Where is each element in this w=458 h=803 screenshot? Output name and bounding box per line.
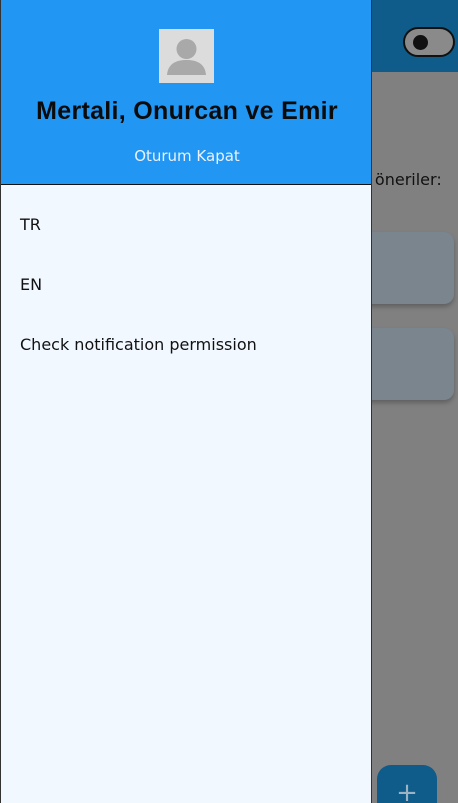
suggestions-label: e öneriler:: [360, 170, 442, 189]
plus-icon: +: [396, 778, 418, 803]
theme-toggle-switch[interactable]: [403, 27, 455, 57]
language-tr-item[interactable]: TR: [20, 215, 41, 234]
logout-button[interactable]: Oturum Kapat: [1, 147, 373, 165]
user-name: Mertali, Onurcan ve Emir: [36, 97, 338, 125]
check-notification-permission-item[interactable]: Check notification permission: [20, 335, 257, 354]
screen: › e öneriler: + Mertali, Onurcan ve Emir…: [0, 0, 458, 803]
avatar-icon: [159, 29, 214, 83]
add-button[interactable]: +: [377, 765, 437, 803]
drawer-header: Mertali, Onurcan ve Emir Oturum Kapat: [1, 0, 371, 185]
toggle-knob: [413, 35, 428, 50]
navigation-drawer: Mertali, Onurcan ve Emir Oturum Kapat TR…: [0, 0, 372, 803]
language-en-item[interactable]: EN: [20, 275, 42, 294]
